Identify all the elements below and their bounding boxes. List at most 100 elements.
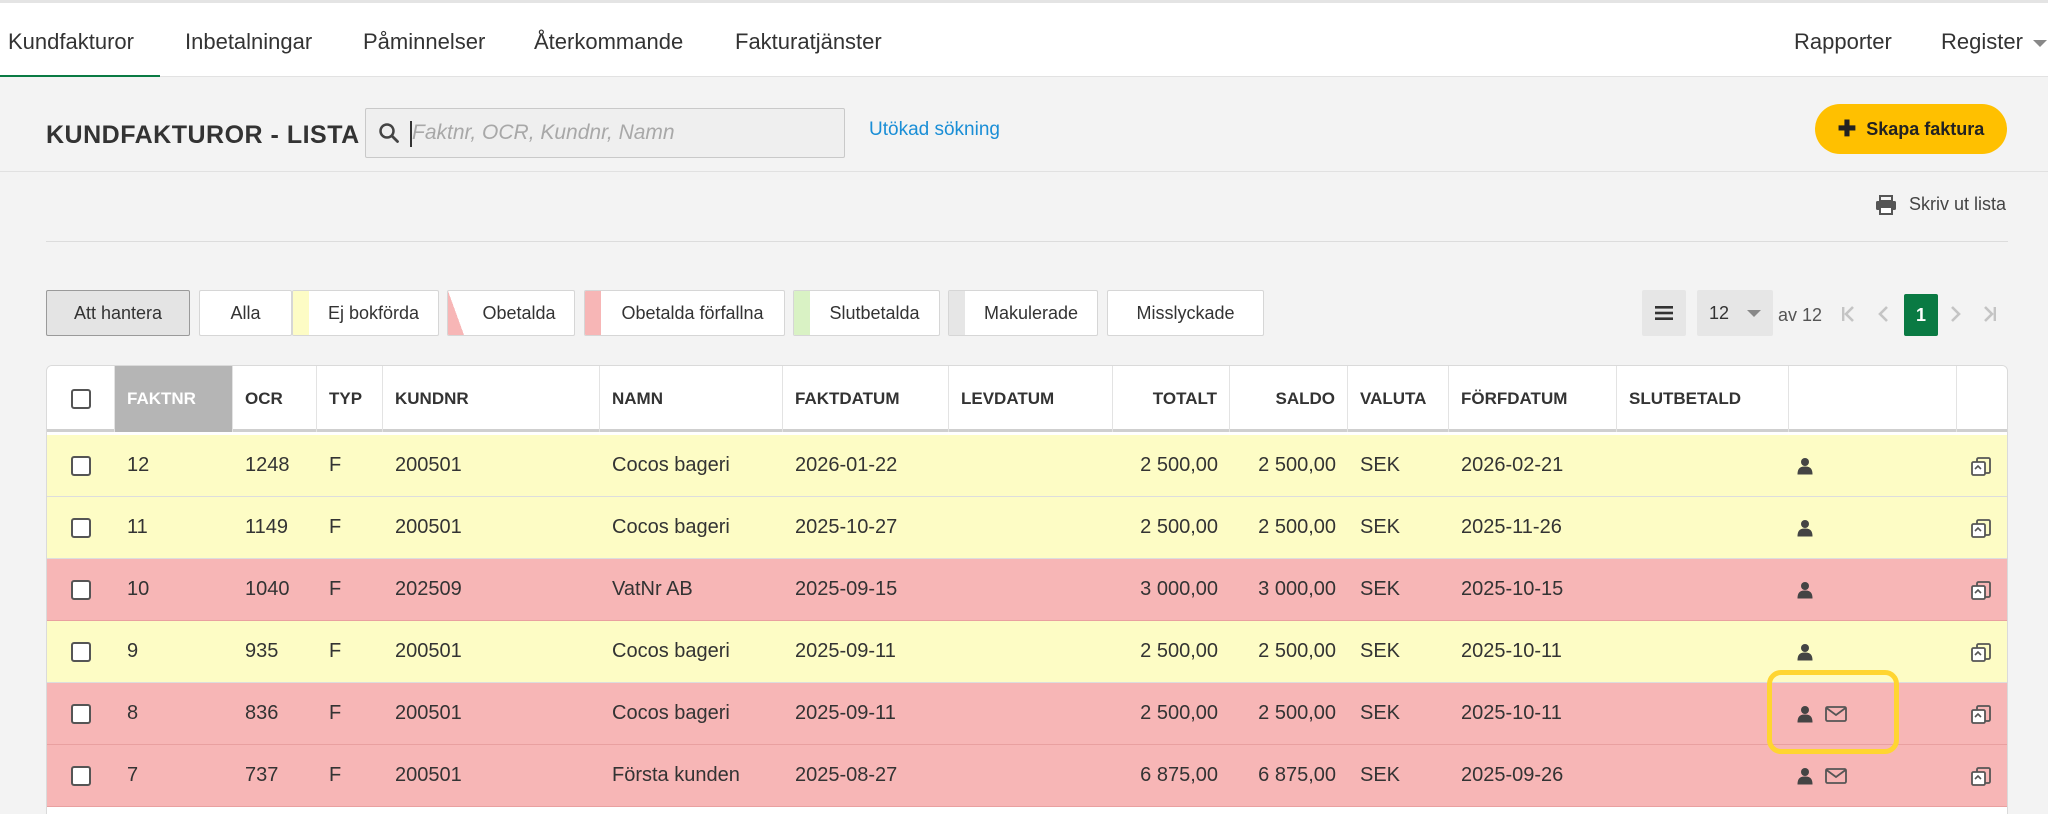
table-row[interactable]: 9 935 F 200501 Cocos bageri 2025-09-11 2 500,0… (47, 621, 2007, 683)
column-header-faktdatum[interactable]: FAKTDATUM (783, 366, 949, 432)
row-select-cell (47, 621, 115, 682)
search-input[interactable] (408, 109, 838, 157)
select-all-checkbox[interactable] (70, 389, 91, 409)
filter-misslyckade[interactable]: Misslyckade (1107, 290, 1264, 336)
row-actions (1797, 683, 1957, 744)
row-checkbox[interactable] (71, 641, 91, 662)
cell-valuta: SEK (1360, 702, 1401, 724)
cell-valuta: SEK (1360, 764, 1401, 786)
copy-icon[interactable] (1961, 683, 2001, 744)
column-header-valuta[interactable]: VALUTA (1348, 366, 1449, 432)
cell-namn: Cocos bageri (612, 702, 730, 724)
filter-att-hantera[interactable]: Att hantera (46, 290, 190, 336)
cell-faktdatum: 2025-08-27 (795, 764, 898, 786)
filter-ej-bokforda[interactable]: Ej bokförda (292, 290, 439, 336)
tab-inbetalningar[interactable]: Inbetalningar (185, 29, 312, 55)
copy-icon[interactable] (1961, 621, 2001, 682)
filter-makulerade[interactable]: Makulerade (948, 290, 1098, 336)
cell-faktdatum: 2025-09-11 (795, 640, 896, 662)
next-page-button[interactable] (1946, 303, 1966, 325)
last-page-button[interactable] (1980, 303, 2000, 325)
cell-kundnr: 200501 (395, 640, 462, 662)
tab-register[interactable]: Register (1941, 29, 2047, 55)
cell-ocr: 836 (245, 702, 279, 724)
printer-icon (1876, 194, 1896, 215)
chevron-down-icon (2032, 39, 2047, 47)
copy-icon[interactable] (1961, 435, 2001, 496)
column-header-forfdatum[interactable]: FÖRFDATUM (1449, 366, 1617, 432)
tab-kundfakturor[interactable]: Kundfakturor (8, 29, 134, 55)
page-size-select[interactable]: 12 (1697, 290, 1773, 336)
row-actions (1797, 497, 1957, 558)
plus-icon: ✚ (1837, 116, 1857, 141)
table-row[interactable]: 8 836 F 200501 Cocos bageri 2025-09-11 2 500,0… (47, 683, 2007, 745)
table-header: FAKTNR OCR TYP KUNDNR NAMN FAKTDATUM LEV… (47, 366, 2007, 432)
filter-alla[interactable]: Alla (199, 290, 292, 336)
cell-slutbetald (1617, 559, 1789, 620)
table-row[interactable]: 11 1149 F 200501 Cocos bageri 2025-10-27 2 500… (47, 497, 2007, 559)
person-icon[interactable] (1797, 457, 1813, 475)
person-icon[interactable] (1797, 643, 1813, 661)
person-icon[interactable] (1797, 767, 1813, 785)
person-icon[interactable] (1797, 581, 1813, 599)
advanced-search-link[interactable]: Utökad sökning (869, 119, 1000, 141)
filter-obetalda-forfallna[interactable]: Obetalda förfallna (584, 290, 785, 336)
page-count-label: av 12 (1778, 305, 1823, 325)
envelope-icon[interactable] (1825, 705, 1847, 722)
cell-namn: Cocos bageri (612, 516, 730, 538)
column-header-levdatum[interactable]: LEVDATUM (949, 366, 1113, 432)
column-header-faktnr[interactable]: FAKTNR (115, 366, 233, 432)
cell-namn: VatNr AB (612, 578, 693, 600)
first-page-button[interactable] (1838, 303, 1858, 325)
tab-aterkommande[interactable]: Återkommande (534, 29, 683, 55)
column-header-totalt[interactable]: TOTALT (1113, 366, 1230, 432)
table-row[interactable]: 7 737 F 200501 Första kunden 2025-08-27 6 875,… (47, 745, 2007, 807)
person-icon[interactable] (1797, 705, 1813, 723)
current-page-button[interactable]: 1 (1904, 294, 1938, 336)
invoice-table: FAKTNR OCR TYP KUNDNR NAMN FAKTDATUM LEV… (46, 365, 2008, 814)
tab-rapporter[interactable]: Rapporter (1794, 29, 1892, 55)
table-row[interactable]: 12 1248 F 200501 Cocos bageri 2026-01-22 2 500… (47, 435, 2007, 497)
cell-typ: F (329, 764, 342, 786)
row-checkbox[interactable] (71, 579, 91, 600)
cell-ocr: 1149 (245, 516, 289, 538)
color-swatch (794, 291, 810, 335)
column-header-namn[interactable]: NAMN (600, 366, 783, 432)
row-checkbox[interactable] (71, 517, 91, 538)
row-actions (1797, 745, 1957, 806)
cell-valuta: SEK (1360, 516, 1401, 538)
copy-icon[interactable] (1961, 497, 2001, 558)
row-checkbox[interactable] (71, 765, 91, 786)
tab-paminnelser[interactable]: Påminnelser (363, 29, 485, 55)
table-row[interactable]: 10 1040 F 202509 VatNr AB 2025-09-15 3 000,00 3… (47, 559, 2007, 621)
row-select-cell (47, 683, 115, 744)
cell-totalt: 2 500,00 (1140, 454, 1218, 476)
copy-icon[interactable] (1961, 559, 2001, 620)
person-icon[interactable] (1797, 519, 1813, 537)
filter-label: Obetalda förfallna (621, 302, 764, 323)
previous-page-button[interactable] (1873, 303, 1893, 325)
row-checkbox[interactable] (71, 703, 91, 724)
copy-icon[interactable] (1961, 745, 2001, 806)
cell-faktdatum: 2025-10-27 (795, 516, 898, 538)
column-header-slutbetald[interactable]: SLUTBETALD (1617, 366, 1789, 432)
row-checkbox[interactable] (71, 455, 91, 476)
row-actions (1797, 559, 1957, 620)
cell-kundnr: 200501 (395, 702, 462, 724)
column-header-typ[interactable]: TYP (317, 366, 383, 432)
cell-forfdatum: 2025-10-15 (1461, 578, 1564, 600)
column-header-kundnr[interactable]: KUNDNR (383, 366, 600, 432)
filter-obetalda[interactable]: Obetalda (447, 290, 575, 336)
list-menu-button[interactable] (1642, 290, 1686, 336)
tab-fakturatjanster[interactable]: Fakturatjänster (735, 29, 882, 55)
color-swatch (585, 291, 601, 335)
filter-slutbetalda[interactable]: Slutbetalda (793, 290, 940, 336)
cell-slutbetald (1617, 745, 1789, 806)
color-swatch (448, 291, 464, 335)
column-header-ocr[interactable]: OCR (233, 366, 317, 432)
column-header-saldo[interactable]: SALDO (1230, 366, 1348, 432)
print-list-button[interactable]: Skriv ut lista (1875, 194, 2006, 215)
cell-namn: Första kunden (612, 764, 740, 786)
envelope-icon[interactable] (1825, 767, 1847, 784)
create-invoice-button[interactable]: ✚ Skapa faktura (1815, 104, 2007, 154)
